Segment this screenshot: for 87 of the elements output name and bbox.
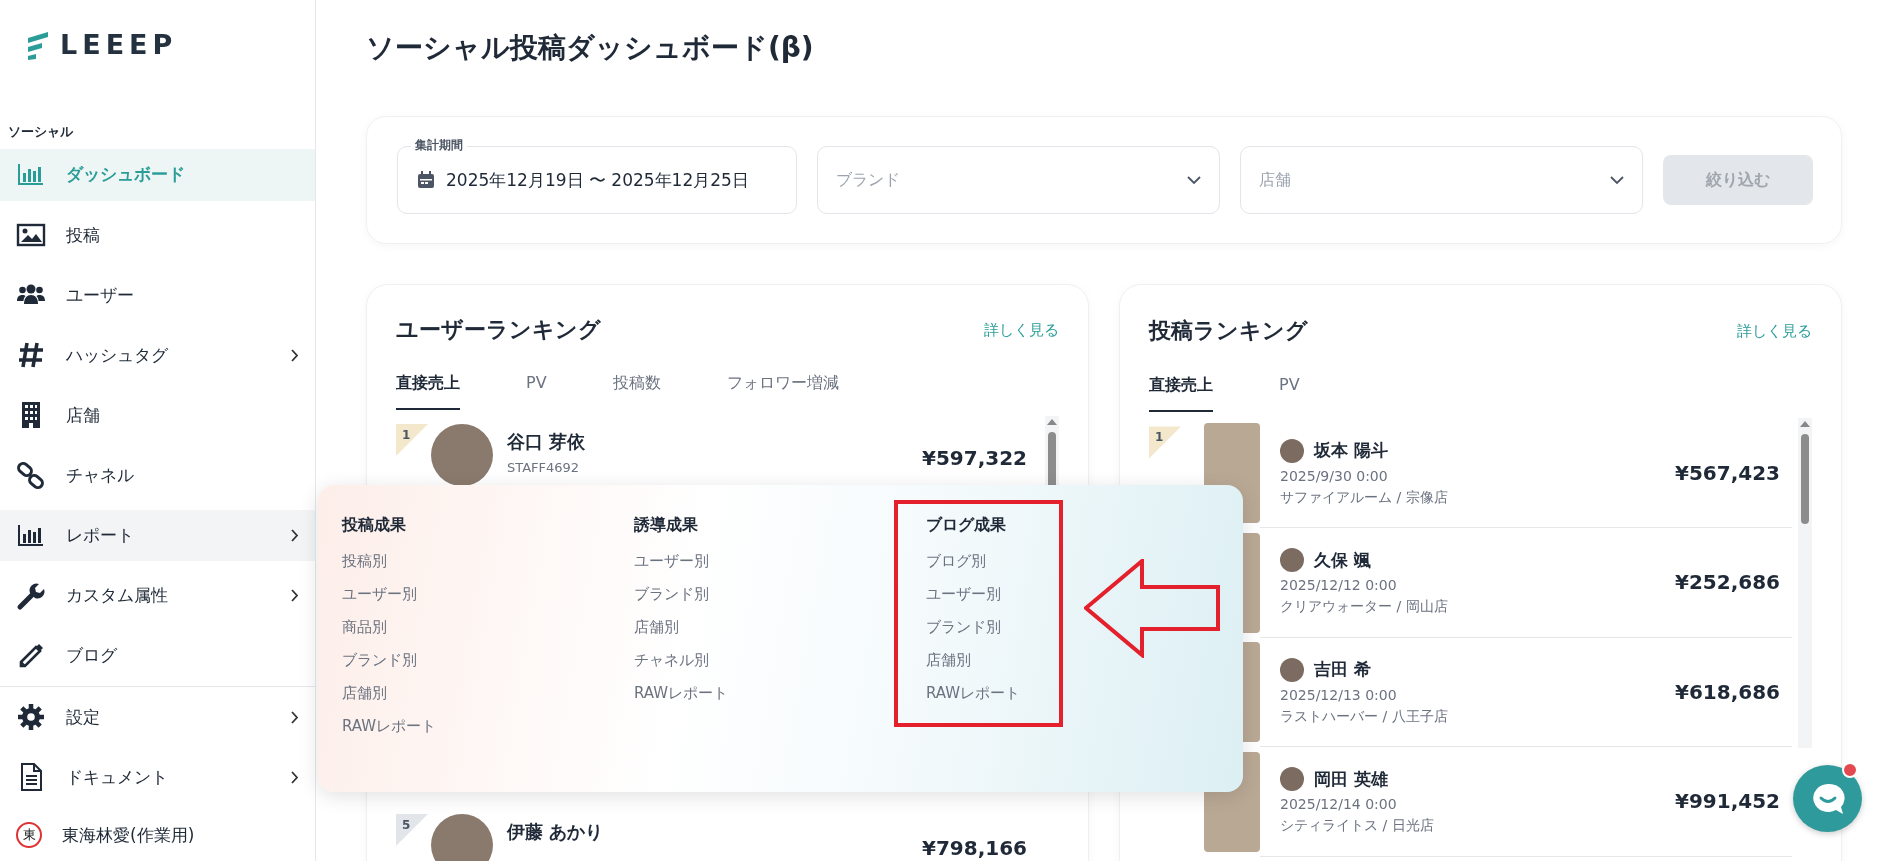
- sales-amount: ¥567,423: [1675, 460, 1780, 485]
- more-link[interactable]: 詳しく見る: [1737, 321, 1812, 341]
- scroll-up-icon[interactable]: [1800, 420, 1810, 429]
- tab[interactable]: 直接売上: [1149, 365, 1213, 413]
- post-date: 2025/12/12 0:00: [1280, 577, 1398, 594]
- sidebar-item[interactable]: ドキュメント: [0, 751, 315, 803]
- sidebar-item[interactable]: カスタム属性: [0, 570, 315, 622]
- post-date: 2025/12/14 0:00: [1280, 796, 1398, 813]
- tab[interactable]: PV: [1279, 365, 1300, 413]
- calendar-icon: [416, 170, 436, 191]
- section-label: ソーシャル: [7, 123, 74, 142]
- post-date: 2025/12/13 0:00: [1280, 686, 1398, 703]
- user-name[interactable]: 東海林愛(作業用): [62, 823, 195, 847]
- sidebar-item[interactable]: レポート: [0, 509, 315, 562]
- scroll-up-icon[interactable]: [1047, 417, 1057, 426]
- sales-amount: ¥252,686: [1675, 570, 1780, 595]
- brand-store: ラストハーバー / 八王子店: [1280, 707, 1449, 726]
- sidebar-item[interactable]: 投稿: [0, 209, 315, 261]
- chevron-down-icon: [1187, 175, 1201, 185]
- rank-badge: 5: [396, 813, 428, 846]
- menu-heading: 誘導成果: [634, 515, 699, 536]
- menu-item[interactable]: チャネル別: [634, 650, 926, 671]
- menu-item[interactable]: 店舗別: [926, 650, 1243, 671]
- logo-text: LEEEP: [60, 31, 178, 59]
- avatar-circle: [1280, 438, 1304, 463]
- store-select[interactable]: 店舗: [1240, 146, 1643, 215]
- ranking-row[interactable]: 5 伊藤 あかり ¥798,166: [396, 805, 1039, 861]
- user-name: 伊藤 あかり: [507, 819, 605, 844]
- user-name: 谷口 芽依: [507, 429, 587, 454]
- post-date: 2025/9/30 0:00: [1280, 467, 1389, 484]
- brand-store: シティライトス / 日光店: [1280, 817, 1435, 836]
- user-name: 吉田 希: [1314, 658, 1371, 682]
- avatar-circle: [1280, 657, 1304, 682]
- sidebar-item[interactable]: 店舗: [0, 389, 315, 442]
- link-icon: [16, 460, 46, 491]
- chevron-down-icon: [1610, 175, 1624, 185]
- menu-item[interactable]: 投稿別: [342, 551, 634, 572]
- sales-amount: ¥597,322: [922, 445, 1027, 470]
- wrench-icon: [16, 580, 46, 611]
- sidebar-item[interactable]: ハッシュタグ: [0, 329, 315, 382]
- sales-amount: ¥991,452: [1675, 789, 1780, 814]
- more-link[interactable]: 詳しく見る: [984, 320, 1059, 340]
- avatar-circle: [1280, 767, 1304, 792]
- menu-heading: ブログ成果: [926, 515, 1007, 536]
- sidebar-item[interactable]: ダッシュボード: [0, 149, 315, 201]
- user-name: 久保 颯: [1314, 548, 1371, 572]
- sales-amount: ¥618,686: [1675, 679, 1780, 704]
- scrollbar[interactable]: [1798, 418, 1812, 749]
- sales-amount: ¥798,166: [922, 835, 1027, 860]
- sidebar-item[interactable]: チャネル: [0, 449, 315, 502]
- page-title: ソーシャル投稿ダッシュボード(β): [366, 30, 815, 66]
- tab[interactable]: 投稿数: [612, 362, 661, 410]
- menu-item[interactable]: ブログ別: [926, 551, 1243, 572]
- tab[interactable]: PV: [526, 362, 547, 410]
- user-badge: 東: [16, 822, 42, 849]
- menu-item[interactable]: 商品別: [342, 617, 634, 638]
- card-title: ユーザーランキング: [396, 316, 601, 345]
- avatar-circle: [1280, 548, 1304, 573]
- user-name: 坂本 陽斗: [1314, 439, 1388, 463]
- rank-badge: 1: [1149, 426, 1181, 459]
- menu-heading: 投稿成果: [342, 515, 407, 536]
- card-title: 投稿ランキング: [1149, 317, 1308, 346]
- menu-item[interactable]: ユーザー別: [926, 584, 1243, 605]
- scroll-thumb[interactable]: [1801, 434, 1809, 525]
- menu-item[interactable]: RAWレポート: [342, 716, 634, 737]
- menu-item[interactable]: RAWレポート: [926, 683, 1243, 704]
- menu-item[interactable]: RAWレポート: [634, 683, 926, 704]
- tab[interactable]: 直接売上: [396, 362, 460, 410]
- sidebar-item[interactable]: ユーザー: [0, 269, 315, 321]
- user-name: 岡田 英雄: [1314, 767, 1388, 791]
- menu-item[interactable]: ユーザー別: [634, 551, 926, 572]
- settings-icon: [16, 702, 46, 733]
- rank-badge: 1: [396, 423, 428, 456]
- brand-store: クリアウォーター / 岡山店: [1280, 598, 1449, 617]
- brand-store: サファイアルーム / 宗像店: [1280, 488, 1449, 507]
- menu-item[interactable]: ブランド別: [342, 650, 634, 671]
- menu-item[interactable]: ブランド別: [926, 617, 1243, 638]
- menu-item[interactable]: ブランド別: [634, 584, 926, 605]
- staff-id: STAFF4692: [507, 459, 581, 475]
- menu-item[interactable]: 店舗別: [634, 617, 926, 638]
- sidebar-item[interactable]: ブログ: [0, 630, 315, 682]
- brand-select[interactable]: ブランド: [817, 146, 1220, 215]
- avatar-circle: [431, 813, 493, 861]
- tab[interactable]: フォロワー増減: [726, 362, 839, 410]
- menu-item[interactable]: ユーザー別: [342, 584, 634, 605]
- sidebar-item[interactable]: 設定: [0, 691, 315, 743]
- menu-item[interactable]: 店舗別: [342, 683, 634, 704]
